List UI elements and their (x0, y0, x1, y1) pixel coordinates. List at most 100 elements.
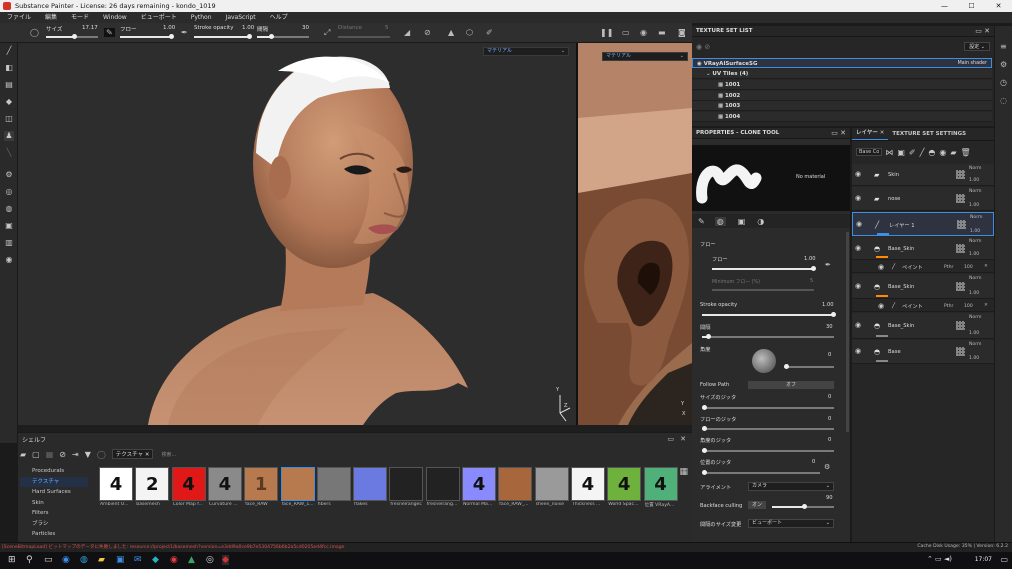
minimize-button[interactable]: — (931, 0, 958, 12)
shelf-thumbnail[interactable] (280, 467, 315, 501)
eye-icon[interactable]: ◉ (855, 321, 861, 329)
menu-edit[interactable]: 編集 (38, 12, 64, 23)
props-scrollbar[interactable] (846, 232, 849, 432)
viewport-3d-channel-select[interactable]: マテリアル ⌄ (483, 47, 569, 56)
render-icon[interactable]: ◍ (4, 204, 14, 214)
expand-arrow-icon[interactable]: ⌄ (692, 71, 711, 77)
viewport-2d-channel-select[interactable]: マテリアル ⌄ (602, 52, 688, 61)
spacing-value[interactable]: 30 (302, 25, 309, 31)
prop-opacity-slider[interactable] (702, 312, 836, 317)
layer-opacity[interactable]: 1.00 (969, 356, 979, 361)
spacing-slider[interactable] (257, 34, 309, 39)
material-tab-icon[interactable]: ◑ (757, 217, 764, 226)
layer-channels-icon[interactable] (956, 321, 965, 330)
random-seed-icon[interactable]: ⚙ (824, 463, 830, 471)
symmetry-options-icon[interactable]: ⊘ (424, 28, 431, 37)
shelf-thumbnail[interactable] (498, 467, 533, 501)
save-icon[interactable]: ▦ (46, 450, 54, 459)
layer-channels-icon[interactable] (956, 194, 965, 203)
add-paint-layer-icon[interactable]: ╱ (920, 148, 925, 157)
color-picker-icon[interactable]: ╲ (4, 148, 14, 158)
eye-icon[interactable]: ◉ (855, 170, 861, 178)
prop-flow-slider[interactable] (712, 266, 816, 271)
brush-preset-icon[interactable]: ✎ (104, 28, 115, 37)
layer-name[interactable]: Base_Skin (888, 323, 914, 329)
shelf-thumbnail[interactable]: 4 (607, 467, 642, 501)
tab-texture-set-settings[interactable]: TEXTURE SET SETTINGS (888, 131, 970, 137)
delete-layer-icon[interactable]: 🗑 (961, 148, 971, 157)
add-smart-material-icon[interactable]: ◉ (939, 148, 946, 157)
layer-blend-mode[interactable]: Norm (969, 315, 982, 320)
uv-tile-row[interactable]: ▦ 1004 (692, 111, 992, 122)
app-icon-1[interactable]: ◆ (152, 555, 159, 565)
shelf-thumbnail[interactable]: 4 (570, 467, 605, 501)
viewport-divider[interactable] (576, 43, 578, 425)
shelf-float-icon[interactable]: ▭ (667, 435, 674, 443)
mail-icon[interactable]: ✉ (134, 555, 142, 565)
shelf-thumbnail[interactable] (425, 467, 460, 501)
task-view-icon[interactable]: ▭ (44, 555, 53, 565)
alignment-select[interactable]: カメラ ⌄ (748, 482, 834, 491)
menu-file[interactable]: ファイル (0, 12, 38, 23)
magic-wand-icon[interactable]: ⋈ (885, 148, 893, 157)
prop-opacity-value[interactable]: 1.00 (822, 302, 834, 308)
layer-effect-row[interactable]: ◉ ╱ ペイント Pthr 100 ✕ (852, 261, 994, 273)
symmetry-icon[interactable]: ◢ (404, 28, 410, 37)
browser-icon[interactable]: ◍ (80, 555, 88, 565)
layer-name[interactable]: レイヤー 1 (889, 222, 915, 229)
grid-view-icon[interactable]: ▦ (679, 467, 688, 477)
shelf-category-item[interactable]: ブラシ (20, 519, 88, 529)
shelf-tab-texture[interactable]: テクスチャ ✕ (111, 449, 154, 459)
screenshot-icon[interactable]: ◙ (678, 28, 686, 37)
backface-culling-toggle[interactable]: オン (748, 501, 766, 509)
prop-spacing-value[interactable]: 30 (826, 324, 833, 330)
flow-value[interactable]: 1.00 (163, 25, 175, 31)
physics-icon[interactable]: ✐ (486, 28, 493, 37)
menu-window[interactable]: Window (96, 12, 134, 23)
layer-channels-icon[interactable] (956, 170, 965, 179)
layer-row[interactable]: ◉ ╱ レイヤー 1 Norm 1.00 (852, 212, 994, 236)
brush-tab-icon[interactable]: ✎ (698, 217, 705, 226)
alignment-icon[interactable]: ▲ (448, 28, 454, 37)
add-fill-layer-icon[interactable]: ◓ (928, 148, 935, 157)
close-button[interactable]: ✕ (985, 0, 1012, 12)
layer-channels-icon[interactable] (957, 220, 966, 229)
edge-icon[interactable]: ◉ (62, 555, 70, 565)
effect-close-icon[interactable]: ✕ (984, 264, 988, 269)
app-icon-3[interactable]: ▲ (188, 555, 195, 565)
tsl-settings-button[interactable]: 設定 ⌄ (964, 42, 990, 51)
layer-row[interactable]: ◉ ◓ Base Norm 1.00 (852, 340, 994, 364)
size-jitter-slider[interactable] (702, 405, 834, 410)
menu-help[interactable]: ヘルプ (263, 12, 295, 23)
viewport-3d[interactable]: マテリアル ⌄ Y Z (18, 43, 576, 425)
backface-angle-value[interactable]: 90 (826, 495, 833, 501)
size-slider[interactable] (46, 34, 98, 39)
eye-icon[interactable]: ◉ (855, 244, 861, 252)
filter-icon[interactable]: ▼ (85, 450, 91, 459)
layer-blend-mode[interactable]: Norm (969, 239, 982, 244)
distance-slider[interactable] (338, 36, 390, 38)
shelf-category-item[interactable]: テクスチャ (20, 476, 88, 487)
shelf-thumbnail[interactable] (316, 467, 351, 501)
layer-opacity[interactable]: 1.00 (969, 203, 979, 208)
position-jitter-slider[interactable] (702, 470, 820, 475)
effect-blend[interactable]: Pthr (944, 265, 953, 270)
shelf-thumbnail[interactable]: 2 (135, 467, 170, 501)
layer-name[interactable]: nose (888, 196, 900, 202)
menu-python[interactable]: Python (184, 12, 219, 23)
app-icon-4[interactable]: ◎ (206, 555, 214, 565)
shelf-search[interactable]: 検索... (161, 451, 176, 458)
display-panel-icon[interactable]: ◌ (1000, 96, 1007, 105)
tsl-visibility-icon[interactable]: ◉ ⊘ (696, 43, 710, 51)
wrap-icon[interactable]: ⬡ (466, 28, 473, 37)
layer-channels-icon[interactable] (956, 281, 965, 291)
flow-jitter-value[interactable]: 0 (828, 416, 831, 422)
layer-blend-mode[interactable]: Norm (969, 166, 982, 171)
size-value[interactable]: 17.17 (82, 25, 98, 31)
follow-path-toggle[interactable]: オフ (748, 381, 834, 389)
visibility-icon[interactable]: ⊘ (59, 450, 66, 459)
new-icon[interactable]: ▢ (32, 450, 40, 459)
effect-blend[interactable]: Pthr (944, 304, 953, 309)
shelf-thumbnail[interactable]: 4 (462, 467, 496, 501)
camera-mode-icon[interactable]: ◉ (640, 28, 647, 37)
